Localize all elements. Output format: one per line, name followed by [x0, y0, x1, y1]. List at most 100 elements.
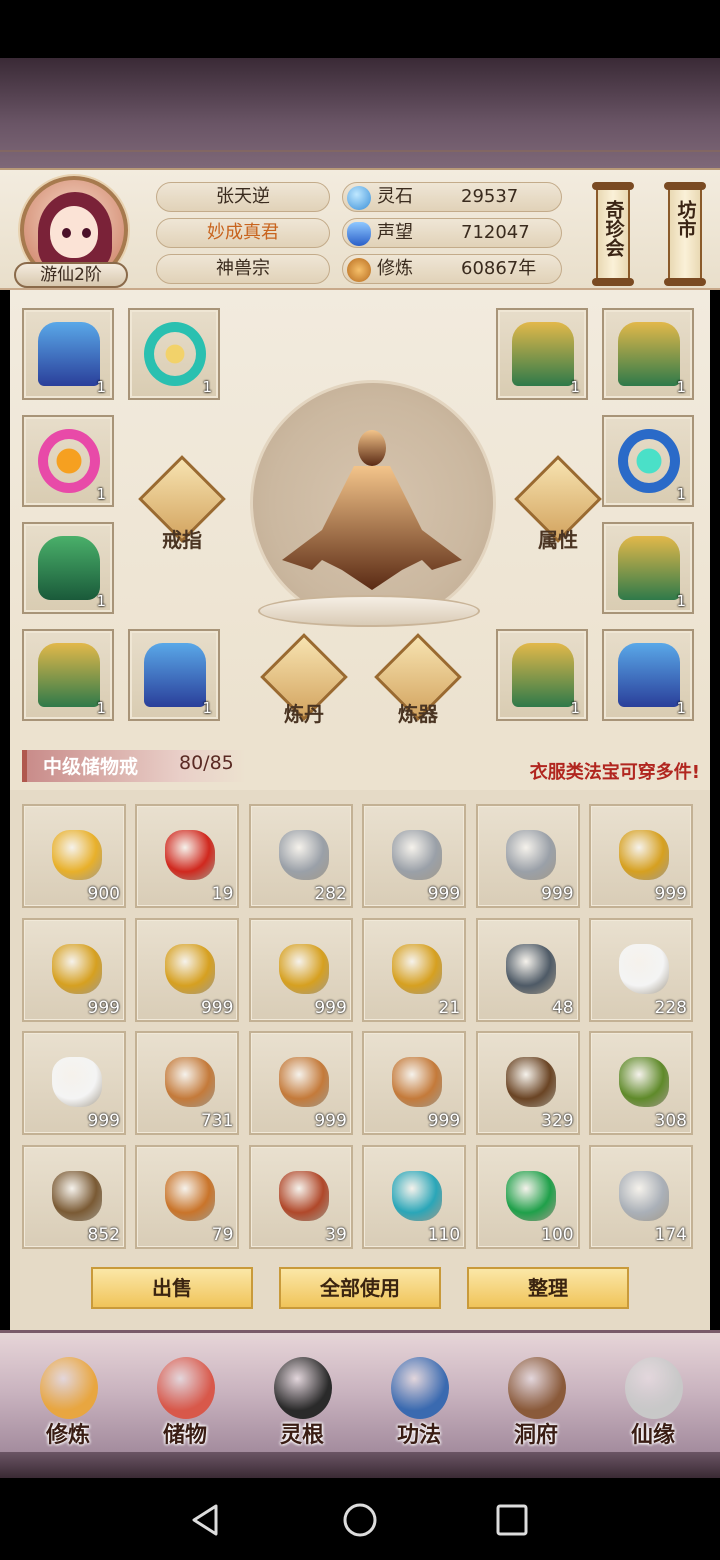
equip-slot-7[interactable]: 1 — [22, 522, 114, 614]
nav-1-button[interactable]: 修炼 — [20, 1351, 116, 1451]
inventory-item[interactable]: 999 — [22, 1031, 126, 1135]
recents-icon[interactable] — [494, 1502, 530, 1538]
gold-ore-icon — [165, 943, 216, 994]
back-icon[interactable] — [188, 1502, 224, 1538]
inventory-item[interactable]: 999 — [362, 804, 467, 908]
inventory-item[interactable]: 999 — [248, 1031, 353, 1135]
market-label: 坊市 — [674, 200, 697, 238]
inventory-item[interactable]: 100 — [475, 1144, 580, 1249]
leaf-robe-icon — [38, 536, 100, 600]
equip-slot-11[interactable]: 1 — [496, 629, 588, 721]
equip-slot-4[interactable]: 1 — [602, 308, 694, 400]
nav-5-button[interactable]: 洞府 — [488, 1351, 584, 1451]
meditating-figure-icon — [282, 430, 462, 590]
inventory-item[interactable]: 999 — [248, 917, 353, 1022]
equip-slot-1[interactable]: 1 — [22, 308, 114, 400]
nav-6-button[interactable]: 仙缘 — [605, 1351, 701, 1451]
market-button[interactable]: 坊市 — [664, 182, 706, 286]
gourd-yin-yang-icon — [625, 1357, 683, 1419]
forge-button[interactable]: 炼器 — [370, 633, 466, 730]
ring-button[interactable]: 戒指 — [134, 455, 230, 552]
inventory-item[interactable]: 900 — [22, 804, 126, 908]
equip-slot-6[interactable]: 1 — [602, 415, 694, 507]
home-icon[interactable] — [342, 1502, 378, 1538]
equip-slot-10[interactable]: 1 — [128, 629, 220, 721]
gold-ore-icon — [278, 943, 329, 994]
inventory-item[interactable]: 999 — [589, 804, 693, 908]
green-gold-armor-icon — [618, 322, 680, 386]
equipment-panel: 1 1 1 1 1 1 1 1 1 1 1 1 戒指 属性 炼丹 炼器 — [10, 290, 710, 730]
equip-slot-2[interactable]: 1 — [128, 308, 220, 400]
scripture-book-icon — [391, 1357, 449, 1419]
player-sect: 神兽宗 — [156, 254, 330, 284]
inventory-item[interactable]: 999 — [475, 804, 580, 908]
silver-crystal-icon — [619, 1170, 669, 1221]
inventory-item[interactable]: 852 — [22, 1144, 126, 1249]
blue-winged-armor-icon — [144, 643, 206, 707]
status-bar — [0, 0, 720, 58]
inventory-item[interactable]: 999 — [362, 1031, 467, 1135]
nav-2-button[interactable]: 储物 — [137, 1351, 233, 1451]
inventory-item[interactable]: 329 — [475, 1031, 580, 1135]
equip-slot-5[interactable]: 1 — [22, 415, 114, 507]
inventory-item[interactable]: 282 — [248, 804, 353, 908]
inventory-item[interactable]: 174 — [589, 1144, 693, 1249]
sell-button[interactable]: 出售 — [91, 1267, 253, 1309]
equip-slot-12[interactable]: 1 — [602, 629, 694, 721]
storage-ring-tab[interactable]: 中级储物戒 80/85 — [22, 750, 246, 782]
player-name: 张天逆 — [156, 182, 330, 212]
treasure-fair-button[interactable]: 奇珍会 — [592, 182, 634, 286]
rank-badge: 游仙2阶 — [14, 262, 128, 288]
cultivation-meditate-icon — [347, 258, 371, 282]
blue-jade-ring-icon — [618, 429, 680, 493]
inventory-item[interactable]: 228 — [589, 917, 693, 1022]
gold-ore-icon — [52, 943, 102, 994]
inventory-item[interactable]: 999 — [22, 917, 126, 1022]
equip-slot-9[interactable]: 1 — [22, 629, 114, 721]
inventory-item[interactable]: 48 — [475, 917, 580, 1022]
attribute-button[interactable]: 属性 — [510, 455, 606, 552]
sort-button[interactable]: 整理 — [467, 1267, 629, 1309]
inventory-item[interactable]: 731 — [135, 1031, 240, 1135]
player-title: 妙成真君 — [156, 218, 330, 248]
fire-ring-icon — [38, 429, 100, 493]
red-crystal-icon — [278, 1170, 329, 1221]
blue-winged-armor-icon — [618, 643, 680, 707]
equip-slot-8[interactable]: 1 — [602, 522, 694, 614]
dark-iron-icon — [505, 943, 556, 994]
cyan-crystal-icon — [392, 1170, 443, 1221]
nav-3-button[interactable]: 灵根 — [254, 1351, 350, 1451]
top-decorative-band — [0, 58, 720, 168]
herb-root-icon — [505, 1057, 556, 1107]
blue-winged-armor-icon — [38, 322, 100, 386]
inventory-item[interactable]: 308 — [589, 1031, 693, 1135]
nav-4-button[interactable]: 功法 — [371, 1351, 467, 1451]
inventory-item[interactable]: 999 — [135, 917, 240, 1022]
inventory-actions: 出售 全部使用 整理 — [10, 1255, 710, 1330]
flowering-herb-icon — [619, 1057, 669, 1107]
ginseng-root-icon — [165, 1057, 216, 1107]
inventory-item[interactable]: 39 — [248, 1144, 353, 1249]
spirit-root-orb-icon — [274, 1357, 332, 1419]
treasure-fair-label: 奇珍会 — [602, 200, 625, 257]
treasure-pouch-icon — [157, 1357, 215, 1419]
green-gold-armor-icon — [512, 322, 574, 386]
inventory-item[interactable]: 21 — [362, 917, 467, 1022]
green-gold-armor-icon — [512, 643, 574, 707]
gold-ore-icon — [392, 943, 443, 994]
bottom-decorative-band — [0, 1452, 720, 1478]
inventory-grid: 900 19 282 999 999 999 999 999 999 21 48 228 999 731 9… — [10, 790, 710, 1255]
alchemy-button[interactable]: 炼丹 — [256, 633, 352, 730]
silver-ore-icon — [278, 830, 329, 880]
silver-ore-icon — [505, 830, 556, 880]
equip-hint-text: 衣服类法宝可穿多件! — [529, 762, 700, 783]
bag-header: 中级储物戒 80/85 衣服类法宝可穿多件! — [10, 730, 710, 790]
white-flower-icon — [619, 943, 669, 994]
inventory-item[interactable]: 19 — [135, 804, 240, 908]
equip-slot-3[interactable]: 1 — [496, 308, 588, 400]
use-all-button[interactable]: 全部使用 — [279, 1267, 441, 1309]
inventory-item[interactable]: 79 — [135, 1144, 240, 1249]
prestige-crystal-icon — [347, 222, 371, 246]
inventory-item[interactable]: 110 — [362, 1144, 467, 1249]
stat-prestige: 声望 712047 — [342, 218, 562, 248]
